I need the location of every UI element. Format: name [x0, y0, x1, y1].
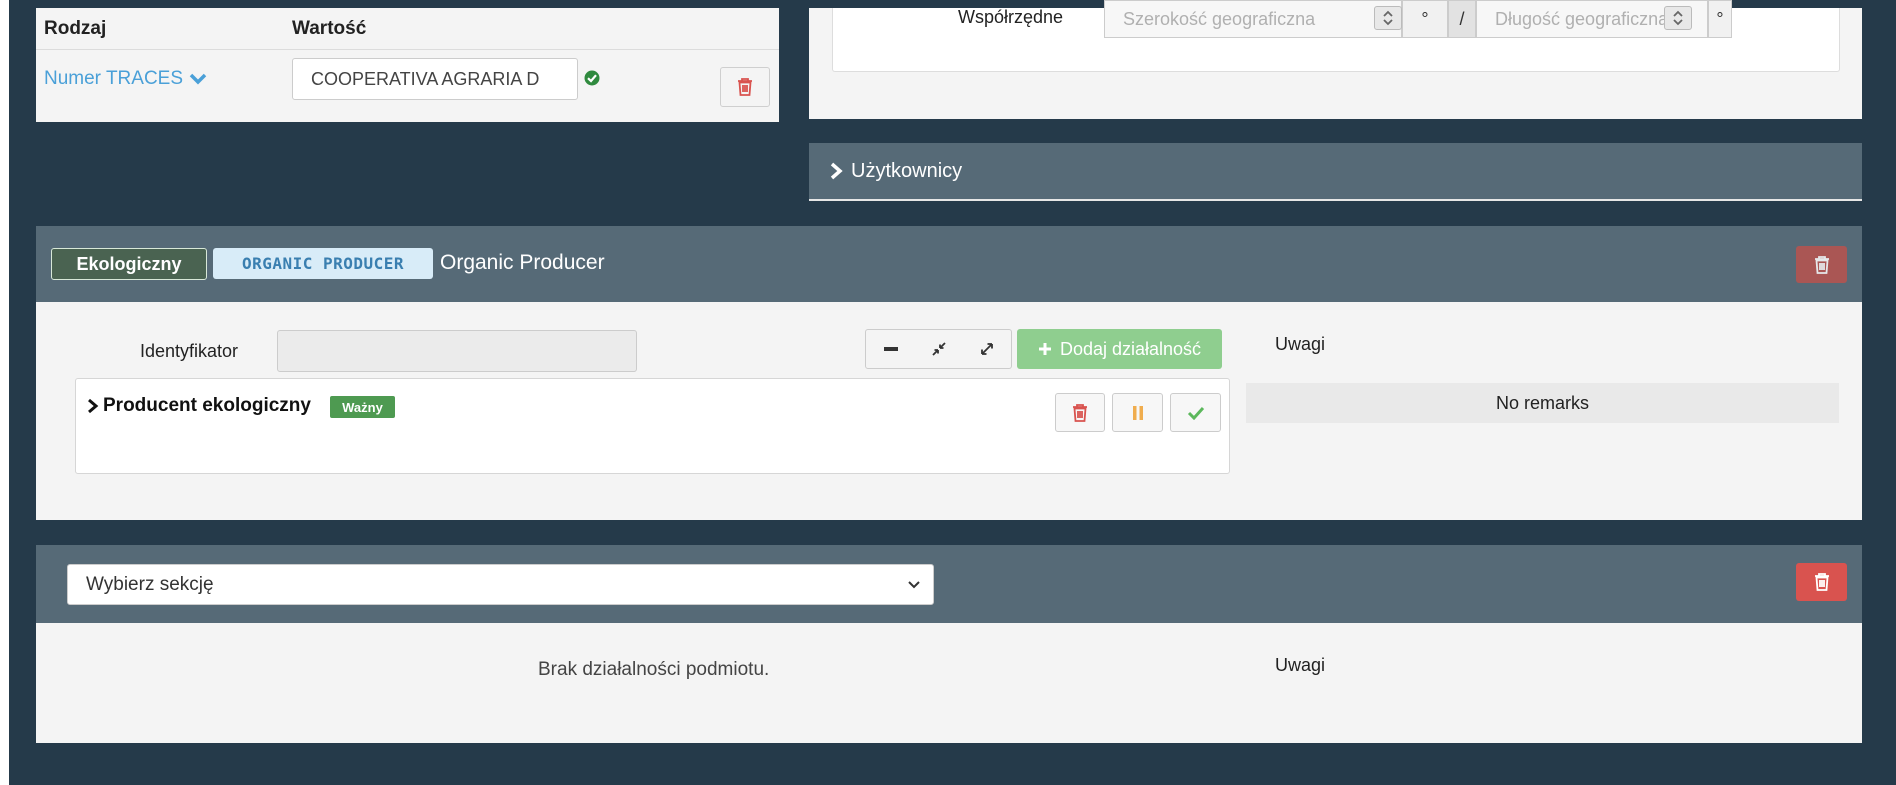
compress-icon — [932, 342, 946, 356]
trash-icon — [1073, 403, 1087, 422]
identifier-type-label: Numer TRACES — [44, 68, 184, 89]
remarks-value: No remarks — [1246, 383, 1839, 423]
trash-icon — [738, 78, 752, 96]
chevron-down-icon — [189, 73, 207, 85]
suspend-activity-button[interactable] — [1112, 393, 1163, 432]
identifier-input[interactable] — [277, 330, 637, 372]
approve-activity-button[interactable] — [1170, 393, 1221, 432]
delete-identifier-button[interactable] — [720, 67, 770, 107]
identifiers-table-header — [36, 8, 779, 50]
longitude-stepper[interactable] — [1664, 6, 1692, 30]
coordinates-label: Współrzędne — [958, 7, 1064, 27]
collapse-all-button[interactable] — [865, 329, 916, 369]
check-icon — [1187, 406, 1204, 420]
identifier-type-dropdown[interactable]: Numer TRACES — [44, 68, 207, 90]
empty-activities-text: Brak działalności podmiotu. — [538, 659, 770, 680]
trash-icon — [1814, 573, 1829, 591]
identifier-value-input[interactable]: COOPERATIVA AGRARIA D — [292, 58, 578, 100]
column-header-value: Wartość — [292, 18, 367, 39]
stepper-arrows-icon — [1383, 10, 1393, 26]
chevron-right-icon — [830, 162, 843, 180]
activity-name: Producent ekologiczny — [103, 395, 311, 416]
plus-icon — [1038, 343, 1051, 355]
expand-icon — [981, 343, 993, 355]
column-header-type: Rodzaj — [44, 18, 107, 39]
add-activity-label: Dodaj działalność — [1059, 338, 1202, 359]
status-badge: Ważny — [330, 396, 395, 418]
eco-section-title: Organic Producer — [440, 251, 605, 274]
trash-icon — [1814, 255, 1829, 274]
delete-activity-button[interactable] — [1055, 393, 1105, 432]
pause-icon — [1132, 405, 1143, 420]
delete-section-button[interactable] — [1796, 246, 1847, 283]
remarks-label: Uwagi — [1275, 655, 1326, 675]
activity-toggle[interactable]: Producent ekologiczny — [87, 395, 311, 417]
minus-icon — [883, 347, 898, 351]
latitude-input[interactable]: Szerokość geograficzna — [1104, 0, 1402, 38]
section-select[interactable]: Wybierz sekcję — [67, 564, 934, 605]
remarks-label: Uwagi — [1275, 334, 1326, 354]
identifier-label: Identyfikator — [140, 341, 239, 361]
code-badge: ORGANIC PRODUCER — [213, 248, 433, 279]
latitude-stepper[interactable] — [1374, 6, 1402, 30]
stepper-arrows-icon — [1673, 10, 1683, 26]
longitude-degree-addon: ° — [1708, 0, 1732, 38]
compress-button[interactable] — [915, 329, 964, 369]
chevron-down-icon — [908, 581, 920, 589]
latitude-degree-addon: ° — [1402, 0, 1448, 38]
category-badge: Ekologiczny — [51, 248, 207, 280]
check-circle-icon — [584, 70, 600, 86]
chevron-right-icon — [88, 398, 99, 414]
coordinate-separator: / — [1448, 0, 1476, 38]
users-section-toggle[interactable]: Użytkownicy — [809, 143, 1862, 201]
delete-new-section-button[interactable] — [1796, 563, 1847, 601]
users-section-title: Użytkownicy — [851, 159, 963, 182]
section-select-value: Wybierz sekcję — [86, 573, 214, 595]
new-section-body — [36, 623, 1862, 743]
expand-button[interactable] — [963, 329, 1012, 369]
add-activity-button[interactable]: Dodaj działalność — [1017, 329, 1222, 369]
